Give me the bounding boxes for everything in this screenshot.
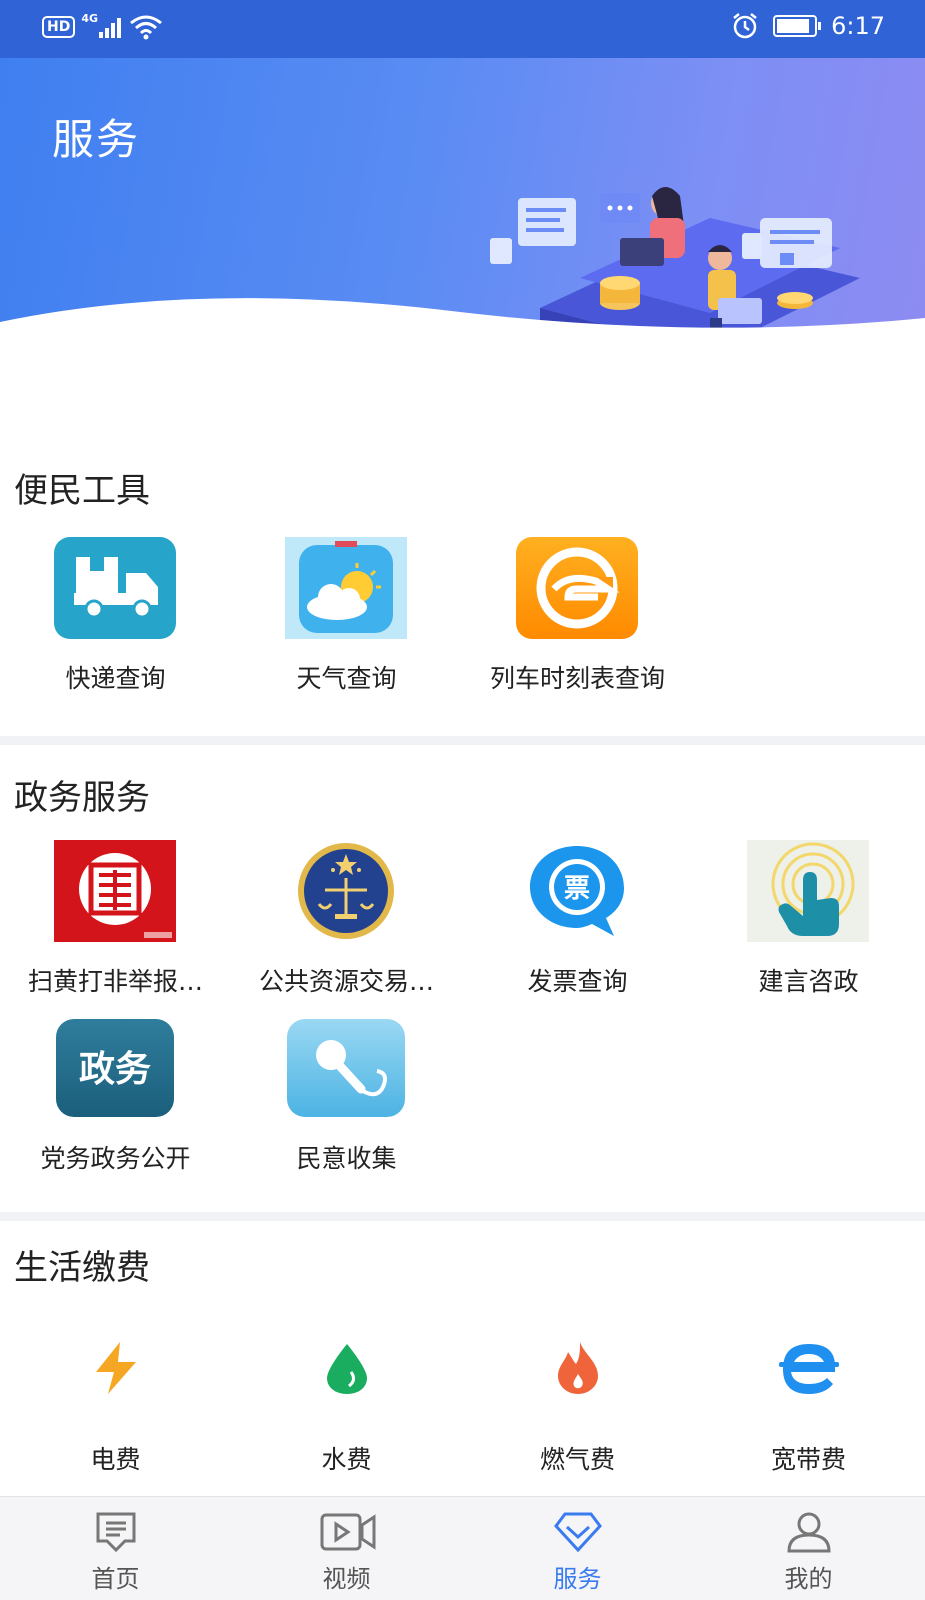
tab-label: 首页 (91, 1565, 140, 1593)
anti-porn-report-icon (54, 840, 176, 942)
status-bar: HD 4G 6:17 (0, 0, 925, 58)
gov-label: 公共资源交易… (258, 967, 434, 996)
lightning-icon (96, 1342, 136, 1394)
tab-service[interactable]: 服务 (462, 1497, 693, 1600)
tab-mine[interactable]: 我的 (693, 1497, 924, 1600)
service-diamond-icon (554, 1512, 602, 1553)
tab-label: 我的 (784, 1565, 833, 1593)
wifi-icon (130, 15, 163, 40)
section-title-payments: 生活缴费 (14, 1248, 150, 1288)
pay-electricity[interactable]: 电费 (0, 1340, 231, 1474)
water-drop-icon (327, 1344, 367, 1394)
network-type: 4G (81, 12, 99, 25)
header-banner: 服务 (0, 58, 925, 348)
status-left: HD 4G (42, 12, 163, 40)
status-right: 6:17 (731, 12, 885, 40)
section-title-convenience: 便民工具 (14, 471, 150, 511)
page-title: 服务 (52, 115, 141, 164)
pay-label: 电费 (90, 1445, 141, 1474)
broadband-e-icon (779, 1344, 839, 1394)
invoice-icon: 票 (530, 846, 624, 936)
pay-water[interactable]: 水费 (231, 1340, 462, 1474)
affairs-glyph: 政务 (79, 1049, 151, 1090)
home-doc-icon (96, 1512, 136, 1553)
section-title-government: 政务服务 (14, 778, 150, 818)
battery-icon (773, 15, 822, 37)
bottom-tab-bar: 首页 视频 服务 我的 (0, 1496, 925, 1600)
gov-label: 党务政务公开 (40, 1144, 191, 1173)
clock: 6:17 (831, 12, 885, 40)
hd-badge: HD (42, 16, 76, 38)
tool-label: 天气查询 (296, 664, 397, 693)
public-resource-emblem-icon (298, 843, 394, 939)
alarm-icon (733, 13, 757, 39)
section-divider (0, 736, 925, 745)
tab-video[interactable]: 视频 (231, 1497, 462, 1600)
user-icon (787, 1512, 831, 1553)
flame-icon (558, 1342, 598, 1394)
pay-label: 燃气费 (539, 1445, 615, 1474)
tool-label: 列车时刻表查询 (489, 664, 665, 693)
gov-label: 发票查询 (527, 967, 628, 996)
pay-label: 水费 (321, 1445, 372, 1474)
government-affairs-icon: 政务 (56, 1019, 174, 1117)
cell-signal-icon: 4G (81, 12, 122, 38)
tab-label: 服务 (553, 1565, 602, 1593)
gov-label: 民意收集 (296, 1144, 397, 1173)
tab-home[interactable]: 首页 (0, 1497, 231, 1600)
section-divider (0, 1212, 925, 1221)
gov-label: 建言咨政 (758, 967, 859, 996)
video-icon (320, 1513, 376, 1551)
pay-gas[interactable]: 燃气费 (462, 1340, 693, 1474)
banner-wave (0, 298, 925, 348)
pay-label: 宽带费 (770, 1445, 846, 1474)
tab-label: 视频 (322, 1565, 371, 1593)
tool-label: 快递查询 (65, 664, 166, 693)
pay-broadband[interactable]: 宽带费 (693, 1340, 924, 1474)
invoice-glyph: 票 (564, 874, 590, 904)
train-icon (516, 537, 638, 639)
truck-icon (54, 537, 176, 639)
weather-icon (285, 537, 407, 639)
gov-label: 扫黄打非举报… (27, 967, 203, 996)
microphone-icon (287, 1019, 405, 1117)
finger-touch-icon (747, 840, 869, 942)
